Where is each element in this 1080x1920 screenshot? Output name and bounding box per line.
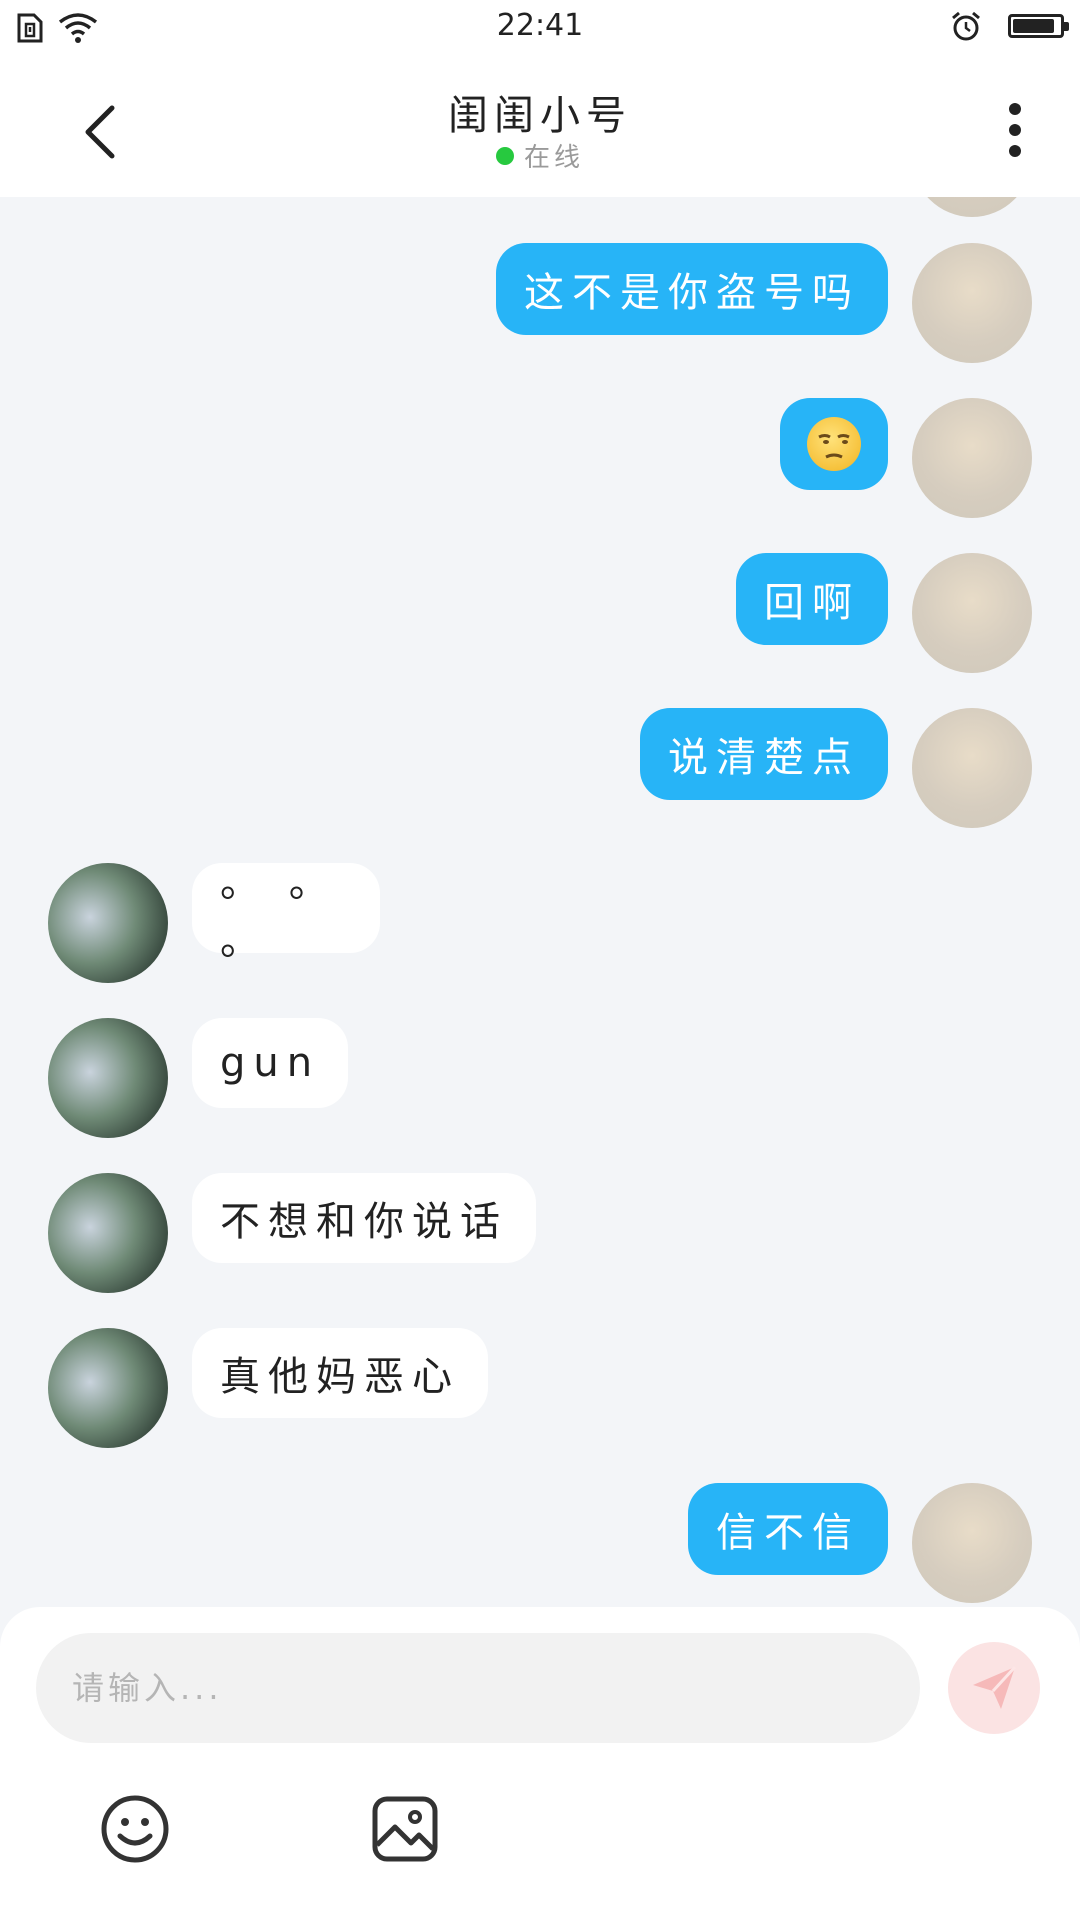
message-row-incoming: 真他妈恶心 (48, 1328, 488, 1448)
battery-level (1013, 19, 1054, 33)
message-row-outgoing: 说清楚点 (640, 708, 1032, 828)
status-bar: 22:41 (0, 0, 1080, 55)
outgoing-message-bubble[interactable]: 这不是你盗号吗 (496, 243, 888, 335)
message-list[interactable]: 这不是你盗号吗 回啊 说清楚点 。 。 。 gun 不想和你说话 真他妈恶心 信… (0, 197, 1080, 1607)
message-row-outgoing: 这不是你盗号吗 (496, 243, 1032, 363)
contact-avatar[interactable] (48, 1018, 168, 1138)
outgoing-message-bubble[interactable]: 回啊 (736, 553, 888, 645)
chat-title: 闺闺小号 (448, 93, 632, 139)
online-dot (495, 146, 514, 165)
message-row-incoming: gun (48, 1018, 349, 1138)
contact-avatar[interactable] (48, 863, 168, 983)
online-status-label: 在线 (523, 143, 584, 173)
status-right-icons (950, 10, 1069, 42)
battery-icon (1008, 14, 1069, 38)
my-avatar[interactable] (912, 197, 1032, 217)
my-avatar[interactable] (912, 708, 1032, 828)
outgoing-message-bubble[interactable]: 说清楚点 (640, 708, 888, 800)
message-row-outgoing: 信不信 (688, 1483, 1032, 1603)
image-icon (372, 1796, 438, 1862)
send-icon (973, 1665, 1017, 1709)
alarm-icon (952, 11, 980, 41)
smiley-icon (101, 1795, 169, 1863)
contact-avatar[interactable] (48, 1173, 168, 1293)
message-row-incoming: 不想和你说话 (48, 1173, 536, 1293)
my-avatar[interactable] (912, 243, 1032, 363)
message-composer (0, 1607, 1080, 1920)
more-vertical-icon (1009, 103, 1021, 115)
chat-header: 闺闺小号 在线 (0, 55, 1080, 197)
my-avatar[interactable] (912, 553, 1032, 673)
message-row (912, 197, 1032, 217)
incoming-message-bubble[interactable]: 不想和你说话 (192, 1173, 536, 1263)
incoming-message-bubble[interactable]: gun (192, 1018, 349, 1108)
status-time: 22:41 (496, 8, 584, 43)
message-row-incoming: 。 。 。 (48, 860, 380, 983)
message-input[interactable] (36, 1633, 920, 1743)
more-options-button[interactable] (990, 95, 1040, 165)
image-button[interactable] (368, 1792, 442, 1866)
outgoing-message-bubble[interactable]: 信不信 (688, 1483, 888, 1575)
emoji-button[interactable] (98, 1792, 172, 1866)
incoming-message-bubble[interactable]: 。 。 。 (192, 860, 380, 964)
outgoing-emoji-bubble[interactable] (780, 398, 888, 490)
send-button[interactable] (948, 1642, 1040, 1734)
my-avatar[interactable] (912, 398, 1032, 518)
incoming-message-bubble[interactable]: 真他妈恶心 (192, 1328, 488, 1418)
contact-avatar[interactable] (48, 1328, 168, 1448)
message-row-outgoing: 回啊 (736, 553, 1032, 673)
message-row-outgoing (780, 398, 1032, 518)
online-status: 在线 (0, 137, 1080, 174)
my-avatar[interactable] (912, 1483, 1032, 1603)
unamused-face-emoji (807, 417, 861, 471)
